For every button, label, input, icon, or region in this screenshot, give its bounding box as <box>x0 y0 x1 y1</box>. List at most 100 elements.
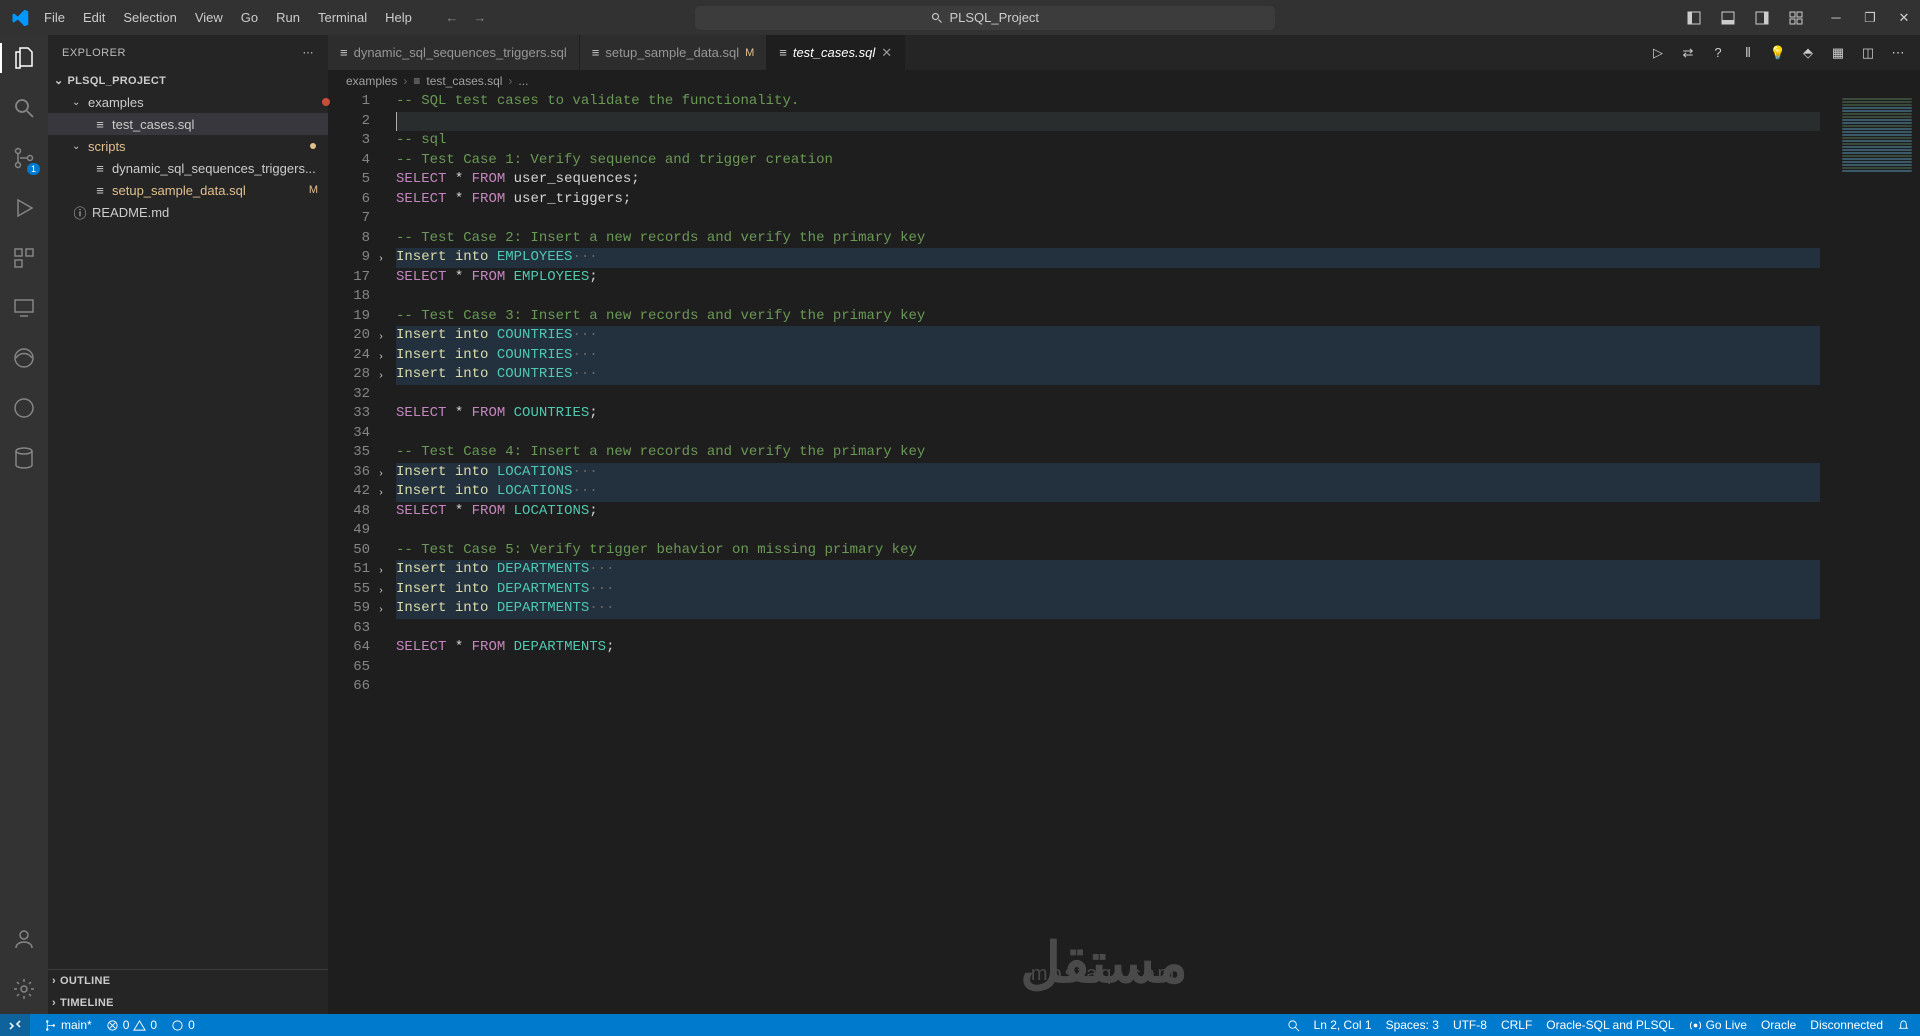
fold-icon[interactable]: › <box>378 601 384 621</box>
customize-layout-icon[interactable] <box>1788 10 1804 26</box>
tab-label: dynamic_sql_sequences_triggers.sql <box>354 45 567 60</box>
fold-icon[interactable]: › <box>378 367 384 387</box>
timeline-section[interactable]: › TIMELINE <box>48 992 328 1014</box>
activity-edge[interactable] <box>0 343 48 373</box>
activity-github[interactable] <box>0 393 48 423</box>
activity-debug[interactable] <box>0 193 48 223</box>
menu-help[interactable]: Help <box>377 6 420 29</box>
tag-icon[interactable]: ⬘ <box>1800 45 1816 61</box>
align-icon[interactable]: ⦀ <box>1740 45 1756 61</box>
compare-icon[interactable]: ⇄ <box>1680 45 1696 61</box>
folder-scripts[interactable]: ⌄ scripts <box>48 135 328 157</box>
lightbulb-icon[interactable]: 💡 <box>1770 45 1786 61</box>
watermark-url: mostaql.com <box>1020 965 1188 985</box>
outline-section[interactable]: › OUTLINE <box>48 970 328 992</box>
fold-icon[interactable]: › <box>378 348 384 368</box>
ports[interactable]: 0 <box>171 1018 195 1032</box>
breadcrumb[interactable]: examples › ≡ test_cases.sql › ... <box>328 70 1920 92</box>
problems[interactable]: 0 0 <box>106 1018 157 1032</box>
remote-explorer-icon <box>12 296 36 320</box>
scm-badge: 1 <box>27 163 40 175</box>
git-branch[interactable]: main* <box>44 1018 92 1032</box>
activity-search[interactable] <box>0 93 48 123</box>
error-icon <box>106 1019 119 1032</box>
command-center[interactable]: PLSQL_Project <box>695 6 1275 30</box>
file-readme[interactable]: ⓘ README.md <box>48 201 328 223</box>
eol[interactable]: CRLF <box>1501 1018 1532 1032</box>
fold-icon[interactable]: › <box>378 562 384 582</box>
close-tab-icon[interactable]: ✕ <box>881 45 892 61</box>
menu-edit[interactable]: Edit <box>75 6 113 29</box>
folder-examples[interactable]: ⌄ examples <box>48 91 328 113</box>
fold-icon[interactable]: › <box>378 582 384 602</box>
nav-back-icon[interactable]: ← <box>444 10 460 26</box>
ports-icon <box>171 1019 184 1032</box>
breadcrumb-item[interactable]: test_cases.sql <box>426 74 502 88</box>
file-test-cases[interactable]: ≡ test_cases.sql <box>48 113 328 135</box>
fold-icon[interactable]: › <box>378 465 384 485</box>
chevron-down-icon: ⌄ <box>54 74 64 87</box>
git-modified-badge: M <box>309 184 318 196</box>
outline-label: OUTLINE <box>60 975 110 987</box>
zoom[interactable] <box>1287 1019 1300 1032</box>
file-dynamic-sql[interactable]: ≡ dynamic_sql_sequences_triggers... <box>48 157 328 179</box>
breadcrumb-item[interactable]: ... <box>518 74 528 88</box>
minimap[interactable] <box>1820 92 1920 1014</box>
encoding[interactable]: UTF-8 <box>1453 1018 1487 1032</box>
activity-account[interactable] <box>0 924 48 954</box>
activity-settings[interactable] <box>0 974 48 1004</box>
tab-dynamic-sql[interactable]: ≡ dynamic_sql_sequences_triggers.sql <box>328 35 580 70</box>
fold-icon[interactable]: › <box>378 328 384 348</box>
explorer-more-icon[interactable]: ⋯ <box>303 46 315 59</box>
more-icon[interactable]: ⋯ <box>1890 45 1906 61</box>
minimize-icon[interactable]: ─ <box>1828 10 1844 26</box>
code-content[interactable]: -- SQL test cases to validate the functi… <box>388 92 1820 1014</box>
menu-selection[interactable]: Selection <box>115 6 184 29</box>
chevron-right-icon: › <box>52 997 56 1009</box>
sql-file-icon: ≡ <box>92 161 108 176</box>
tab-test-cases[interactable]: ≡ test_cases.sql ✕ <box>767 35 905 70</box>
cursor-position[interactable]: Ln 2, Col 1 <box>1314 1018 1372 1032</box>
file-setup-sample[interactable]: ≡ setup_sample_data.sql M <box>48 179 328 201</box>
indentation[interactable]: Spaces: 3 <box>1386 1018 1439 1032</box>
activity-database[interactable] <box>0 443 48 473</box>
menu-view[interactable]: View <box>187 6 231 29</box>
connection-status[interactable]: Disconnected <box>1810 1018 1883 1032</box>
menu-run[interactable]: Run <box>268 6 308 29</box>
layout-sidebar-left-icon[interactable] <box>1686 10 1702 26</box>
language-mode[interactable]: Oracle-SQL and PLSQL <box>1546 1018 1674 1032</box>
oracle-status[interactable]: Oracle <box>1761 1018 1796 1032</box>
activity-extensions[interactable] <box>0 243 48 273</box>
file-label: README.md <box>92 205 169 220</box>
help-icon[interactable]: ? <box>1710 45 1726 61</box>
files-icon <box>12 46 36 70</box>
timeline-label: TIMELINE <box>60 997 114 1009</box>
go-live[interactable]: Go Live <box>1689 1018 1747 1032</box>
menu-bar: File Edit Selection View Go Run Terminal… <box>36 6 420 29</box>
branch-name: main* <box>61 1018 92 1032</box>
github-icon <box>12 396 36 420</box>
close-icon[interactable]: ✕ <box>1896 10 1912 26</box>
menu-file[interactable]: File <box>36 6 73 29</box>
split-icon[interactable]: ◫ <box>1860 45 1876 61</box>
activity-remote[interactable] <box>0 293 48 323</box>
activity-explorer[interactable] <box>0 43 48 73</box>
grid-icon[interactable]: ▦ <box>1830 45 1846 61</box>
zoom-icon <box>1287 1019 1300 1032</box>
fold-icon[interactable]: › <box>378 250 384 270</box>
run-icon[interactable]: ▷ <box>1650 45 1666 61</box>
menu-go[interactable]: Go <box>233 6 266 29</box>
layout-panel-icon[interactable] <box>1720 10 1736 26</box>
activity-scm[interactable]: 1 <box>0 143 48 173</box>
breadcrumb-item[interactable]: examples <box>346 74 397 88</box>
code-editor[interactable]: 1 2 3 4 5 6 7 8 9› 17 18 19 20› 24› 28› … <box>328 92 1920 1014</box>
layout-sidebar-right-icon[interactable] <box>1754 10 1770 26</box>
nav-forward-icon[interactable]: → <box>472 10 488 26</box>
notifications[interactable] <box>1897 1019 1910 1032</box>
maximize-icon[interactable]: ❐ <box>1862 10 1878 26</box>
tab-setup-sample[interactable]: ≡ setup_sample_data.sql M <box>580 35 767 70</box>
menu-terminal[interactable]: Terminal <box>310 6 375 29</box>
project-header[interactable]: ⌄ PLSQL_PROJECT <box>48 70 328 91</box>
fold-icon[interactable]: › <box>378 484 384 504</box>
remote-indicator[interactable] <box>0 1014 30 1036</box>
